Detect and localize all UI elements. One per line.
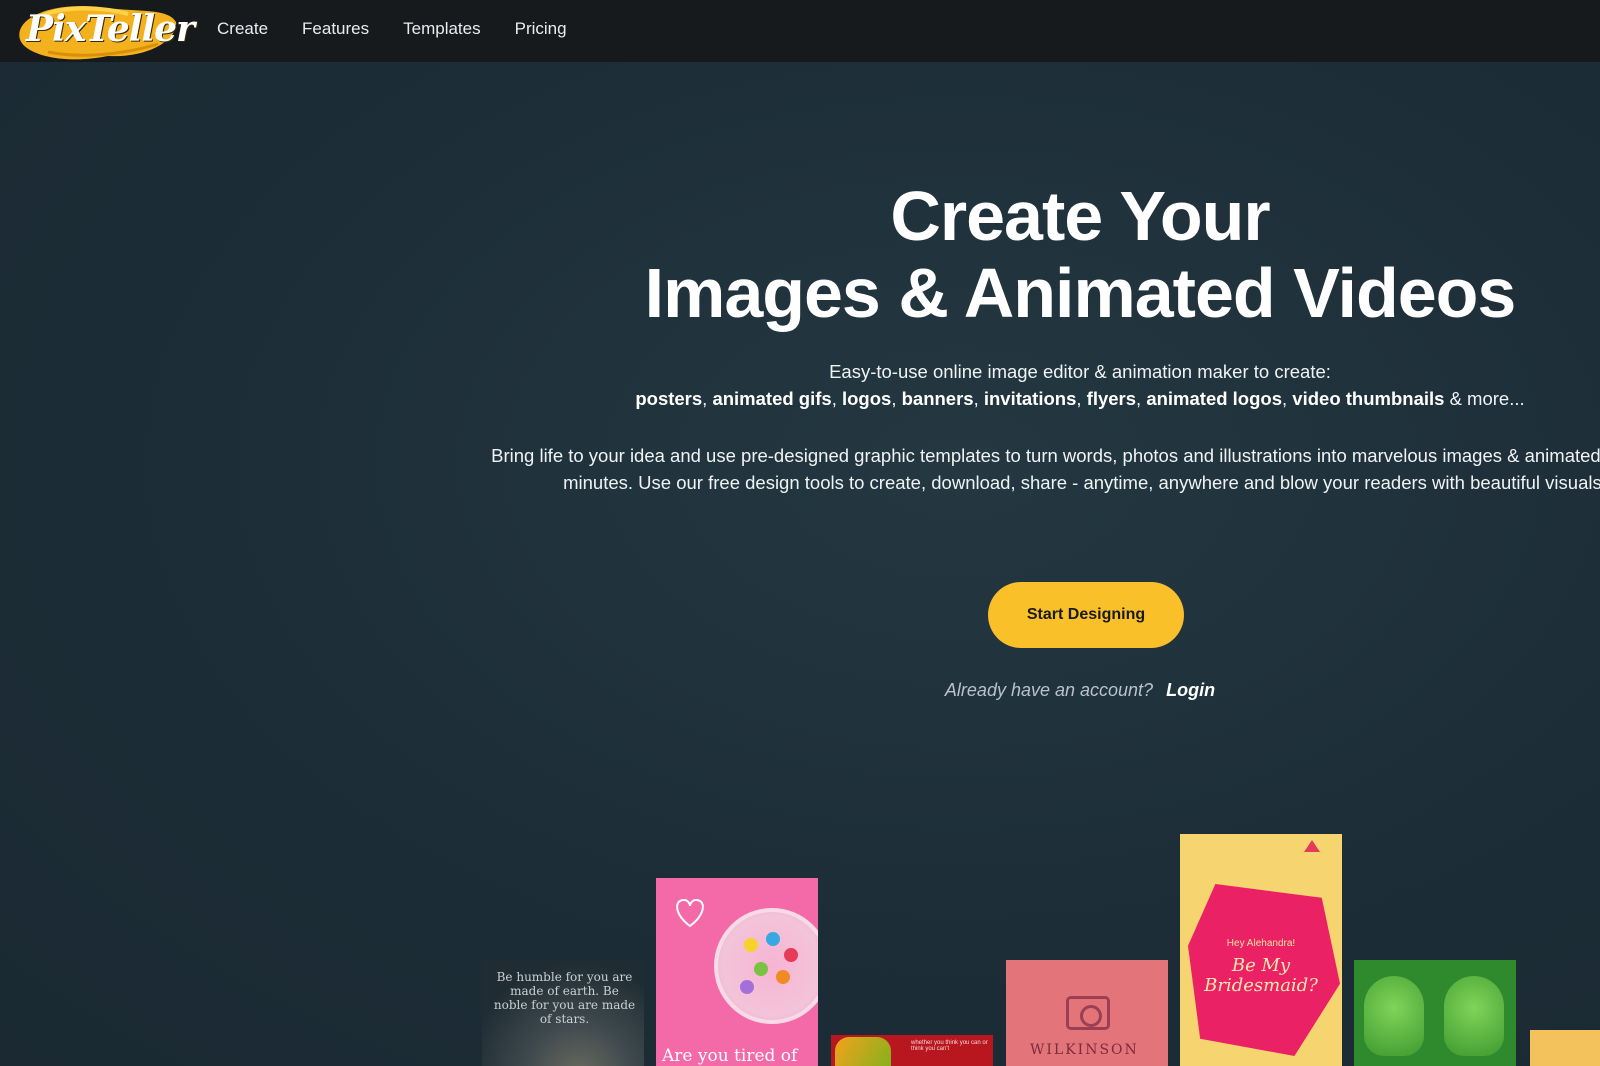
template-candy-caption: Are you tired of <box>662 1046 798 1066</box>
account-prompt: Already have an account? Login <box>560 680 1600 701</box>
format-invitations: invitations <box>983 388 1077 409</box>
template-logo-name: WILKINSON <box>1030 1042 1139 1058</box>
main-nav: Create Features Templates Pricing <box>217 19 601 39</box>
format-posters: posters <box>635 388 703 409</box>
template-thumbnail-photography-logo[interactable]: WILKINSON <box>1006 960 1168 1066</box>
hero-description: Bring life to your idea and use pre-desi… <box>491 445 1600 493</box>
frog-image-right <box>1444 976 1504 1056</box>
login-link[interactable]: Login <box>1166 680 1215 700</box>
frog-image-left <box>1364 976 1424 1056</box>
hero-title-line-2: Images & Animated Videos <box>644 254 1517 332</box>
template-thumbnail-portrait[interactable] <box>1530 1030 1600 1066</box>
format-logos: logos <box>841 388 892 409</box>
nav-item-create[interactable]: Create <box>217 19 268 39</box>
formats-suffix: & more... <box>1449 388 1525 409</box>
fruit-image <box>835 1037 891 1066</box>
template-bridesmaid-greeting: Hey Alehandra! <box>1226 938 1296 949</box>
heart-icon <box>676 898 704 928</box>
account-prompt-text: Already have an account? <box>944 680 1154 700</box>
triangle-decoration-icon <box>1304 840 1320 852</box>
hero-title: Create Your Images & Animated Videos <box>560 178 1600 332</box>
format-animated-logos: animated logos <box>1146 388 1283 409</box>
template-thumbnail-fruit[interactable]: whether you think you can or think you c… <box>831 1035 993 1066</box>
template-quote-text: Be humble for you are made of earth. Be … <box>493 970 636 1026</box>
template-thumbnail-frogs[interactable] <box>1354 960 1516 1066</box>
nav-item-pricing[interactable]: Pricing <box>515 19 567 39</box>
nav-item-features[interactable]: Features <box>302 19 369 39</box>
template-bridesmaid-question: Be My Bridesmaid? <box>1204 955 1318 996</box>
format-animated-gifs: animated gifs <box>712 388 832 409</box>
format-flyers: flyers <box>1086 388 1137 409</box>
nav-item-templates[interactable]: Templates <box>403 19 480 39</box>
top-navigation-bar: PixTeller Create Features Templates Pric… <box>0 0 1600 62</box>
format-video-thumbnails: video thumbnails <box>1292 388 1445 409</box>
hero-title-line-1: Create Your <box>890 177 1270 255</box>
template-thumbnail-bridesmaid[interactable]: Hey Alehandra! Be My Bridesmaid? <box>1180 834 1342 1066</box>
template-thumbnail-candy[interactable]: Are you tired of <box>656 878 818 1066</box>
format-banners: banners <box>901 388 974 409</box>
start-designing-button[interactable]: Start Designing <box>988 582 1184 648</box>
pixteller-logo[interactable]: PixTeller <box>18 0 195 62</box>
hero-subtitle: Easy-to-use online image editor & animat… <box>829 361 1331 382</box>
template-thumbnail-quote[interactable]: Be humble for you are made of earth. Be … <box>482 960 644 1066</box>
logo-text: PixTeller <box>26 8 195 50</box>
template-fruit-text: whether you think you can or think you c… <box>911 1040 988 1052</box>
candy-bowl-image <box>714 908 818 1024</box>
hero-formats-list: posters, animated gifs, logos, banners, … <box>635 388 1525 409</box>
camera-icon <box>1066 996 1110 1030</box>
